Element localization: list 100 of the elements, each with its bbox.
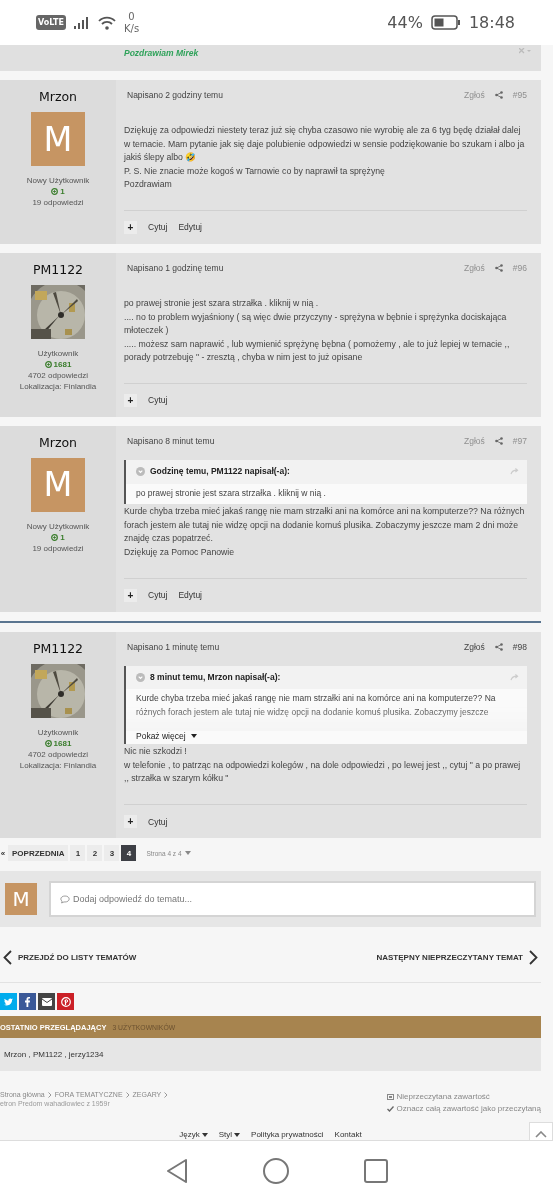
author-name[interactable]: PM1122 (32, 261, 84, 277)
bird-icon (4, 997, 13, 1006)
author-name[interactable]: PM1122 (32, 640, 84, 656)
reputation-count: 1 (51, 186, 65, 197)
plus-circle-icon (51, 188, 59, 195)
show-more-button[interactable]: Pokaż więcej (126, 731, 527, 745)
post-action-link[interactable]: Edytuj (178, 222, 202, 233)
next-topic-link[interactable]: NASTĘPNY NIEPRZECZYTANY TEMAT (376, 950, 538, 966)
share-icon[interactable] (494, 263, 503, 272)
answer-count: 19 odpowiedzi (32, 197, 84, 208)
share-icon[interactable] (494, 91, 503, 99)
reputation-count: 1681 (44, 358, 72, 370)
post-text: Kurde chyba trzeba mieć jakaś rangę nie mam strzałki ani na komórce ani na komputerze?? Na różnych forach jestem ale tutaj nie widzę opcji na dodanie komuś plusika. Zobaczymy jeszcze mam 2 dni może znajdę czas popatrzeć. (124, 505, 526, 546)
page-button[interactable]: 3 (104, 845, 120, 862)
page-button[interactable]: 2 (87, 845, 103, 862)
author-name[interactable]: Mrzon (38, 89, 78, 104)
user-location: Lokalizacja: Finlandia (19, 380, 97, 392)
add-button[interactable]: + (124, 588, 137, 602)
user-location: Lokalizacja: Finlandia (19, 759, 97, 771)
caret-icon (190, 734, 197, 739)
scroll-top-button[interactable] (529, 1122, 553, 1140)
author-name[interactable]: Mrzon (38, 434, 78, 450)
user-avatar: M (31, 112, 85, 166)
post-text: .... no to problem wyjaśniony ( są więc dwie przyczyny - sprężyna w bębnie i sprężynka dociskająca młoteczek ) (124, 310, 508, 338)
plus-circle-icon (51, 533, 59, 541)
user-rank: Użytkownik (37, 347, 79, 359)
post-date: Napisano 1 godzinę temu (127, 262, 225, 273)
unread-content-link[interactable]: Nieprzeczytana zawartość (387, 1092, 490, 1102)
plus-circle-icon (44, 739, 52, 747)
quote-author: 8 minut temu, Mrzon napisał(-a): (150, 670, 282, 684)
caret-icon (201, 1132, 208, 1137)
answer-count: 4702 odpowiedzi (27, 748, 88, 760)
battery-percent: 44% (387, 13, 423, 32)
add-button[interactable]: + (124, 220, 137, 234)
footer-link[interactable]: Kontakt (334, 1130, 362, 1140)
footer-link[interactable]: Język (179, 1130, 208, 1140)
add-button[interactable]: + (124, 815, 137, 829)
quote-author: Godzinę temu, PM1122 napisał(-a): (150, 464, 291, 478)
chevron-up-icon (535, 1130, 547, 1138)
back-icon[interactable] (165, 1157, 188, 1184)
post-number[interactable]: #98 (512, 641, 527, 652)
add-button[interactable]: + (124, 393, 137, 407)
pinterest-icon (60, 996, 71, 1007)
reply-field[interactable]: Dodaj odpowiedź do tematu... (49, 881, 536, 918)
envelope-icon (41, 997, 52, 1006)
pinterest-share-button[interactable] (57, 993, 74, 1011)
footer-link[interactable]: Styl (218, 1130, 241, 1140)
post-action-link[interactable]: Cytuj (148, 816, 168, 827)
user-rank: Nowy Użytkownik (26, 520, 90, 532)
chevron-icon (47, 1091, 52, 1098)
post-text: ..... możesz sam naprawić , lub wymienić sprężynę bębna ( pomożemy , ale to już lepiej w temacie ,, porady potrzebuję " - zresztą , chyba w nim jest to już opisane (124, 337, 511, 365)
chevron-icon (125, 1091, 130, 1098)
facebook-icon (25, 996, 30, 1007)
post-action-link[interactable]: Cytuj (148, 222, 168, 233)
post-action-link[interactable]: Cytuj (148, 590, 168, 600)
signal-icon (73, 16, 90, 29)
post-text: po prawej stronie jest szara strzałka . kliknij w nią . (124, 296, 320, 310)
report-link[interactable]: Zgłoś (464, 641, 485, 652)
post-text: Nic nie szkodzi ! (124, 745, 188, 759)
page-button[interactable]: 4 (121, 845, 137, 862)
user-rank: Użytkownik (37, 726, 79, 738)
post-text: P. S. Nie znacie może kogoś w Tarnowie co by naprawił ta sprężynę (124, 164, 386, 178)
reply-arrow-icon (510, 673, 519, 681)
caret-icon (184, 851, 191, 856)
user-avatar: M (31, 457, 85, 512)
recents-icon[interactable] (363, 1158, 388, 1183)
volte-badge: VoLTE (36, 15, 66, 30)
back-to-topics-link[interactable]: PRZEJDŹ DO LISTY TEMATÓW (3, 950, 137, 966)
footer-link[interactable]: Polityka prywatności (251, 1130, 324, 1140)
signature-text: Pozdrawiam Mirek (124, 48, 200, 58)
battery-icon (430, 15, 461, 30)
user-avatar: M (5, 883, 37, 916)
chevron-left-icon (3, 950, 12, 966)
user-rank: Nowy Użytkownik (26, 175, 90, 186)
post-date: Napisano 1 minutę temu (127, 641, 221, 652)
page-button[interactable]: 1 (70, 845, 86, 862)
previous-page-button[interactable]: POPRZEDNIA (8, 845, 69, 862)
collapse-icon (136, 672, 145, 682)
wifi-icon (97, 15, 116, 30)
checkmark-icon (387, 1105, 395, 1112)
post-action-link[interactable]: Edytuj (178, 590, 202, 600)
answer-count: 4702 odpowiedzi (27, 369, 88, 381)
post-text: Dziękuję za Pomoc Panowie (124, 545, 236, 559)
network-speed: 0 K/s (123, 10, 140, 35)
post-text: Pozdrawiam (124, 178, 173, 192)
mark-read-link[interactable]: Oznacz całą zawartość jako przeczytaną (387, 1104, 541, 1114)
facebook-share-button[interactable] (19, 993, 36, 1011)
home-icon[interactable] (262, 1157, 289, 1184)
share-icon[interactable] (494, 436, 503, 445)
clock: 18:48 (468, 13, 515, 32)
answer-count: 19 odpowiedzi (32, 542, 84, 554)
share-icon[interactable] (494, 642, 503, 651)
post-date: Napisano 2 godziny temu (127, 90, 224, 100)
plus-circle-icon (44, 360, 52, 368)
quote-text: po prawej stronie jest szara strzałka . kliknij w nią . (126, 483, 527, 505)
first-page-button[interactable]: « (0, 845, 6, 862)
post-action-link[interactable]: Cytuj (148, 395, 168, 406)
viewers-list: Mrzon , PM1122 , jerzy1234 (0, 1038, 541, 1072)
email-share-button[interactable] (38, 993, 55, 1011)
comment-icon (60, 894, 70, 904)
